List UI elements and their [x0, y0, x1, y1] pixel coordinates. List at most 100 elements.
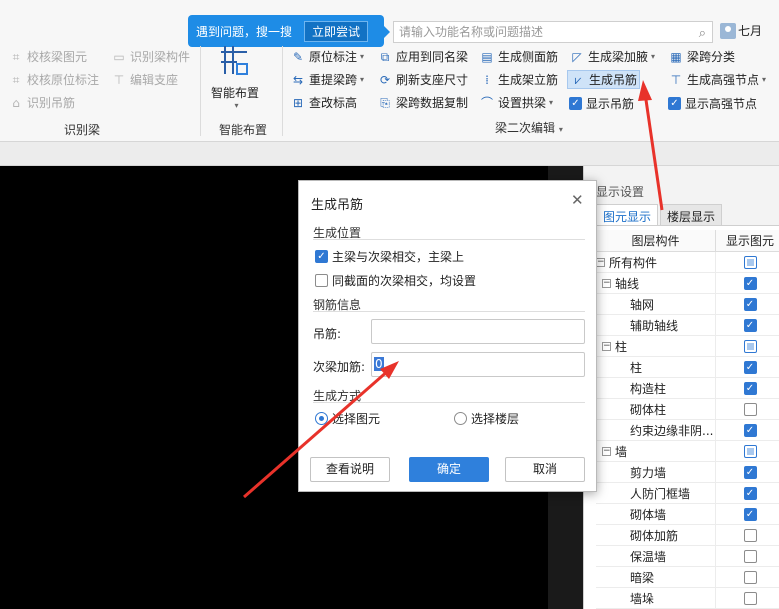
layer-label: 构造柱: [630, 381, 667, 396]
divider: [200, 46, 201, 136]
show-checkbox[interactable]: ✓: [743, 360, 757, 374]
chevron-down-icon[interactable]: ▾: [360, 52, 364, 61]
show-checkbox[interactable]: ✓: [743, 486, 757, 500]
generate-hanger-button[interactable]: ⩗ 生成吊筋: [567, 70, 641, 89]
show-checkbox[interactable]: [743, 402, 757, 416]
group-label-edit[interactable]: 梁二次编辑 ▾: [495, 119, 563, 136]
table-row: 辅助轴线 ✓: [596, 315, 779, 336]
copy-span-data-label: 梁跨数据复制: [396, 96, 469, 110]
generate-haunch-label: 生成梁加腋: [588, 50, 649, 64]
checkbox-unchecked-icon[interactable]: [315, 274, 328, 287]
identify-beam-component-button[interactable]: ▭ 识别梁构件: [111, 48, 190, 65]
chevron-down-icon[interactable]: ▾: [651, 52, 655, 61]
smart-layout-button[interactable]: 智能布置 ▾: [211, 84, 259, 110]
in-situ-label-button[interactable]: ✎ 原位标注 ▾: [290, 48, 364, 65]
close-icon[interactable]: ✕: [571, 191, 584, 209]
copy-span-data-button[interactable]: ⎘ 梁跨数据复制: [377, 94, 468, 111]
collapse-toggle-icon[interactable]: −: [602, 278, 611, 288]
side-rebar-icon: ▤: [481, 49, 493, 64]
layer-label: 暗梁: [630, 570, 655, 585]
hanger-input[interactable]: [371, 319, 585, 344]
show-checkbox[interactable]: [743, 528, 757, 542]
table-row: 剪力墙 ✓: [596, 462, 779, 483]
radio-select-floor-label: 选择楼层: [471, 412, 520, 426]
span-classify-button[interactable]: ▦ 梁跨分类: [668, 48, 735, 65]
generate-erection-rebar-button[interactable]: ⁞ 生成架立筋: [479, 71, 558, 88]
check-elevation-button[interactable]: ⊞ 查改标高: [290, 94, 357, 111]
radio-select-element[interactable]: 选择图元: [315, 410, 380, 427]
show-checkbox[interactable]: ✓: [743, 318, 757, 332]
apply-same-name-button[interactable]: ⧉ 应用到同名梁: [377, 48, 468, 65]
show-checkbox[interactable]: [743, 255, 757, 269]
opt-main-secondary[interactable]: ✓ 主梁与次梁相交，主梁上: [315, 248, 464, 265]
collapse-toggle-icon[interactable]: −: [602, 446, 611, 456]
table-row: − 墙: [596, 441, 779, 462]
chevron-down-icon[interactable]: ▾: [762, 75, 766, 84]
check-beam-element-button[interactable]: ⌗ 校核梁图元: [8, 48, 87, 65]
ok-button[interactable]: 确定: [409, 457, 489, 482]
col-header-layer: 图层构件: [596, 230, 716, 251]
identify-hanger-button[interactable]: ⌂ 识别吊筋: [8, 94, 75, 111]
try-now-button[interactable]: 立即尝试: [304, 20, 369, 42]
chevron-down-icon[interactable]: ▾: [360, 75, 364, 84]
function-search-input[interactable]: 请输入功能名称或问题描述 ⌕: [393, 21, 713, 43]
secondary-rebar-input[interactable]: 0: [371, 352, 585, 377]
set-arch-beam-button[interactable]: ⌒ 设置拱梁 ▾: [479, 94, 553, 111]
search-placeholder: 请输入功能名称或问题描述: [399, 25, 544, 39]
show-checkbox[interactable]: ✓: [743, 423, 757, 437]
layer-label: 所有构件: [609, 255, 658, 270]
collapse-toggle-icon[interactable]: −: [602, 341, 611, 351]
show-checkbox[interactable]: [743, 549, 757, 563]
layer-name-cell: 砌体墙: [596, 504, 716, 524]
view-help-button[interactable]: 查看说明: [310, 457, 390, 482]
show-checkbox[interactable]: ✓: [743, 276, 757, 290]
layer-label: 约束边缘非阴...: [630, 423, 714, 438]
divider: [313, 239, 585, 240]
show-checkbox[interactable]: [743, 570, 757, 584]
layer-label: 轴网: [630, 297, 655, 312]
collapse-toggle-icon[interactable]: −: [596, 257, 605, 267]
radio-selected-icon[interactable]: [315, 412, 328, 425]
user-account[interactable]: 七月: [720, 22, 762, 39]
refresh-support-button[interactable]: ⟳ 刷新支座尺寸: [377, 71, 468, 88]
layer-name-cell: 柱: [596, 357, 716, 377]
show-checkbox[interactable]: [743, 339, 757, 353]
show-hs-node-checkbox[interactable]: ✓ 显示高强节点: [668, 95, 757, 112]
show-checkbox[interactable]: [743, 444, 757, 458]
radio-unselected-icon[interactable]: [454, 412, 467, 425]
layer-name-cell: 辅助轴线: [596, 315, 716, 335]
layer-name-cell: 保温墙: [596, 546, 716, 566]
generate-hs-node-button[interactable]: ⊤ 生成高强节点 ▾: [668, 71, 766, 88]
table-row: 轴网 ✓: [596, 294, 779, 315]
chevron-down-icon[interactable]: ▾: [549, 98, 553, 107]
show-cell: [716, 546, 779, 566]
generate-haunch-button[interactable]: ◸ 生成梁加腋 ▾: [569, 48, 655, 65]
reextract-span-button[interactable]: ⇆ 重提梁跨 ▾: [290, 71, 364, 88]
show-hanger-checkbox[interactable]: ✓ 显示吊筋: [569, 95, 634, 112]
generate-side-rebar-button[interactable]: ▤ 生成侧面筋: [479, 48, 558, 65]
table-row: 砌体墙 ✓: [596, 504, 779, 525]
show-checkbox[interactable]: ✓: [743, 297, 757, 311]
radio-select-element-label: 选择图元: [332, 412, 381, 426]
edit-support-button[interactable]: ⊤ 编辑支座: [111, 71, 178, 88]
table-row: − 柱: [596, 336, 779, 357]
layer-name-cell: 约束边缘非阴...: [596, 420, 716, 440]
radio-select-floor[interactable]: 选择楼层: [454, 410, 519, 427]
cancel-button[interactable]: 取消: [505, 457, 585, 482]
opt-same-section[interactable]: 同截面的次梁相交，均设置: [315, 272, 476, 289]
search-tip-bubble: 遇到问题，搜一搜 立即尝试: [188, 15, 390, 47]
show-checkbox[interactable]: ✓: [743, 381, 757, 395]
tab-element-display[interactable]: 图元显示: [596, 204, 659, 225]
check-in-situ-label-button[interactable]: ⌗ 校核原位标注: [8, 71, 99, 88]
dialog-title: 生成吊筋: [311, 198, 364, 213]
smart-layout-icon[interactable]: [219, 44, 251, 80]
tab-floor-display[interactable]: 楼层显示: [660, 204, 723, 225]
show-checkbox[interactable]: [743, 591, 757, 605]
generate-hs-node-label: 生成高强节点: [687, 73, 760, 87]
search-icon[interactable]: ⌕: [699, 24, 706, 44]
checkbox-checked-icon[interactable]: ✓: [315, 250, 328, 263]
show-checkbox[interactable]: ✓: [743, 465, 757, 479]
panel-title: 显示设置: [584, 166, 779, 204]
hanger-icon: ⌂: [12, 95, 20, 110]
show-checkbox[interactable]: ✓: [743, 507, 757, 521]
